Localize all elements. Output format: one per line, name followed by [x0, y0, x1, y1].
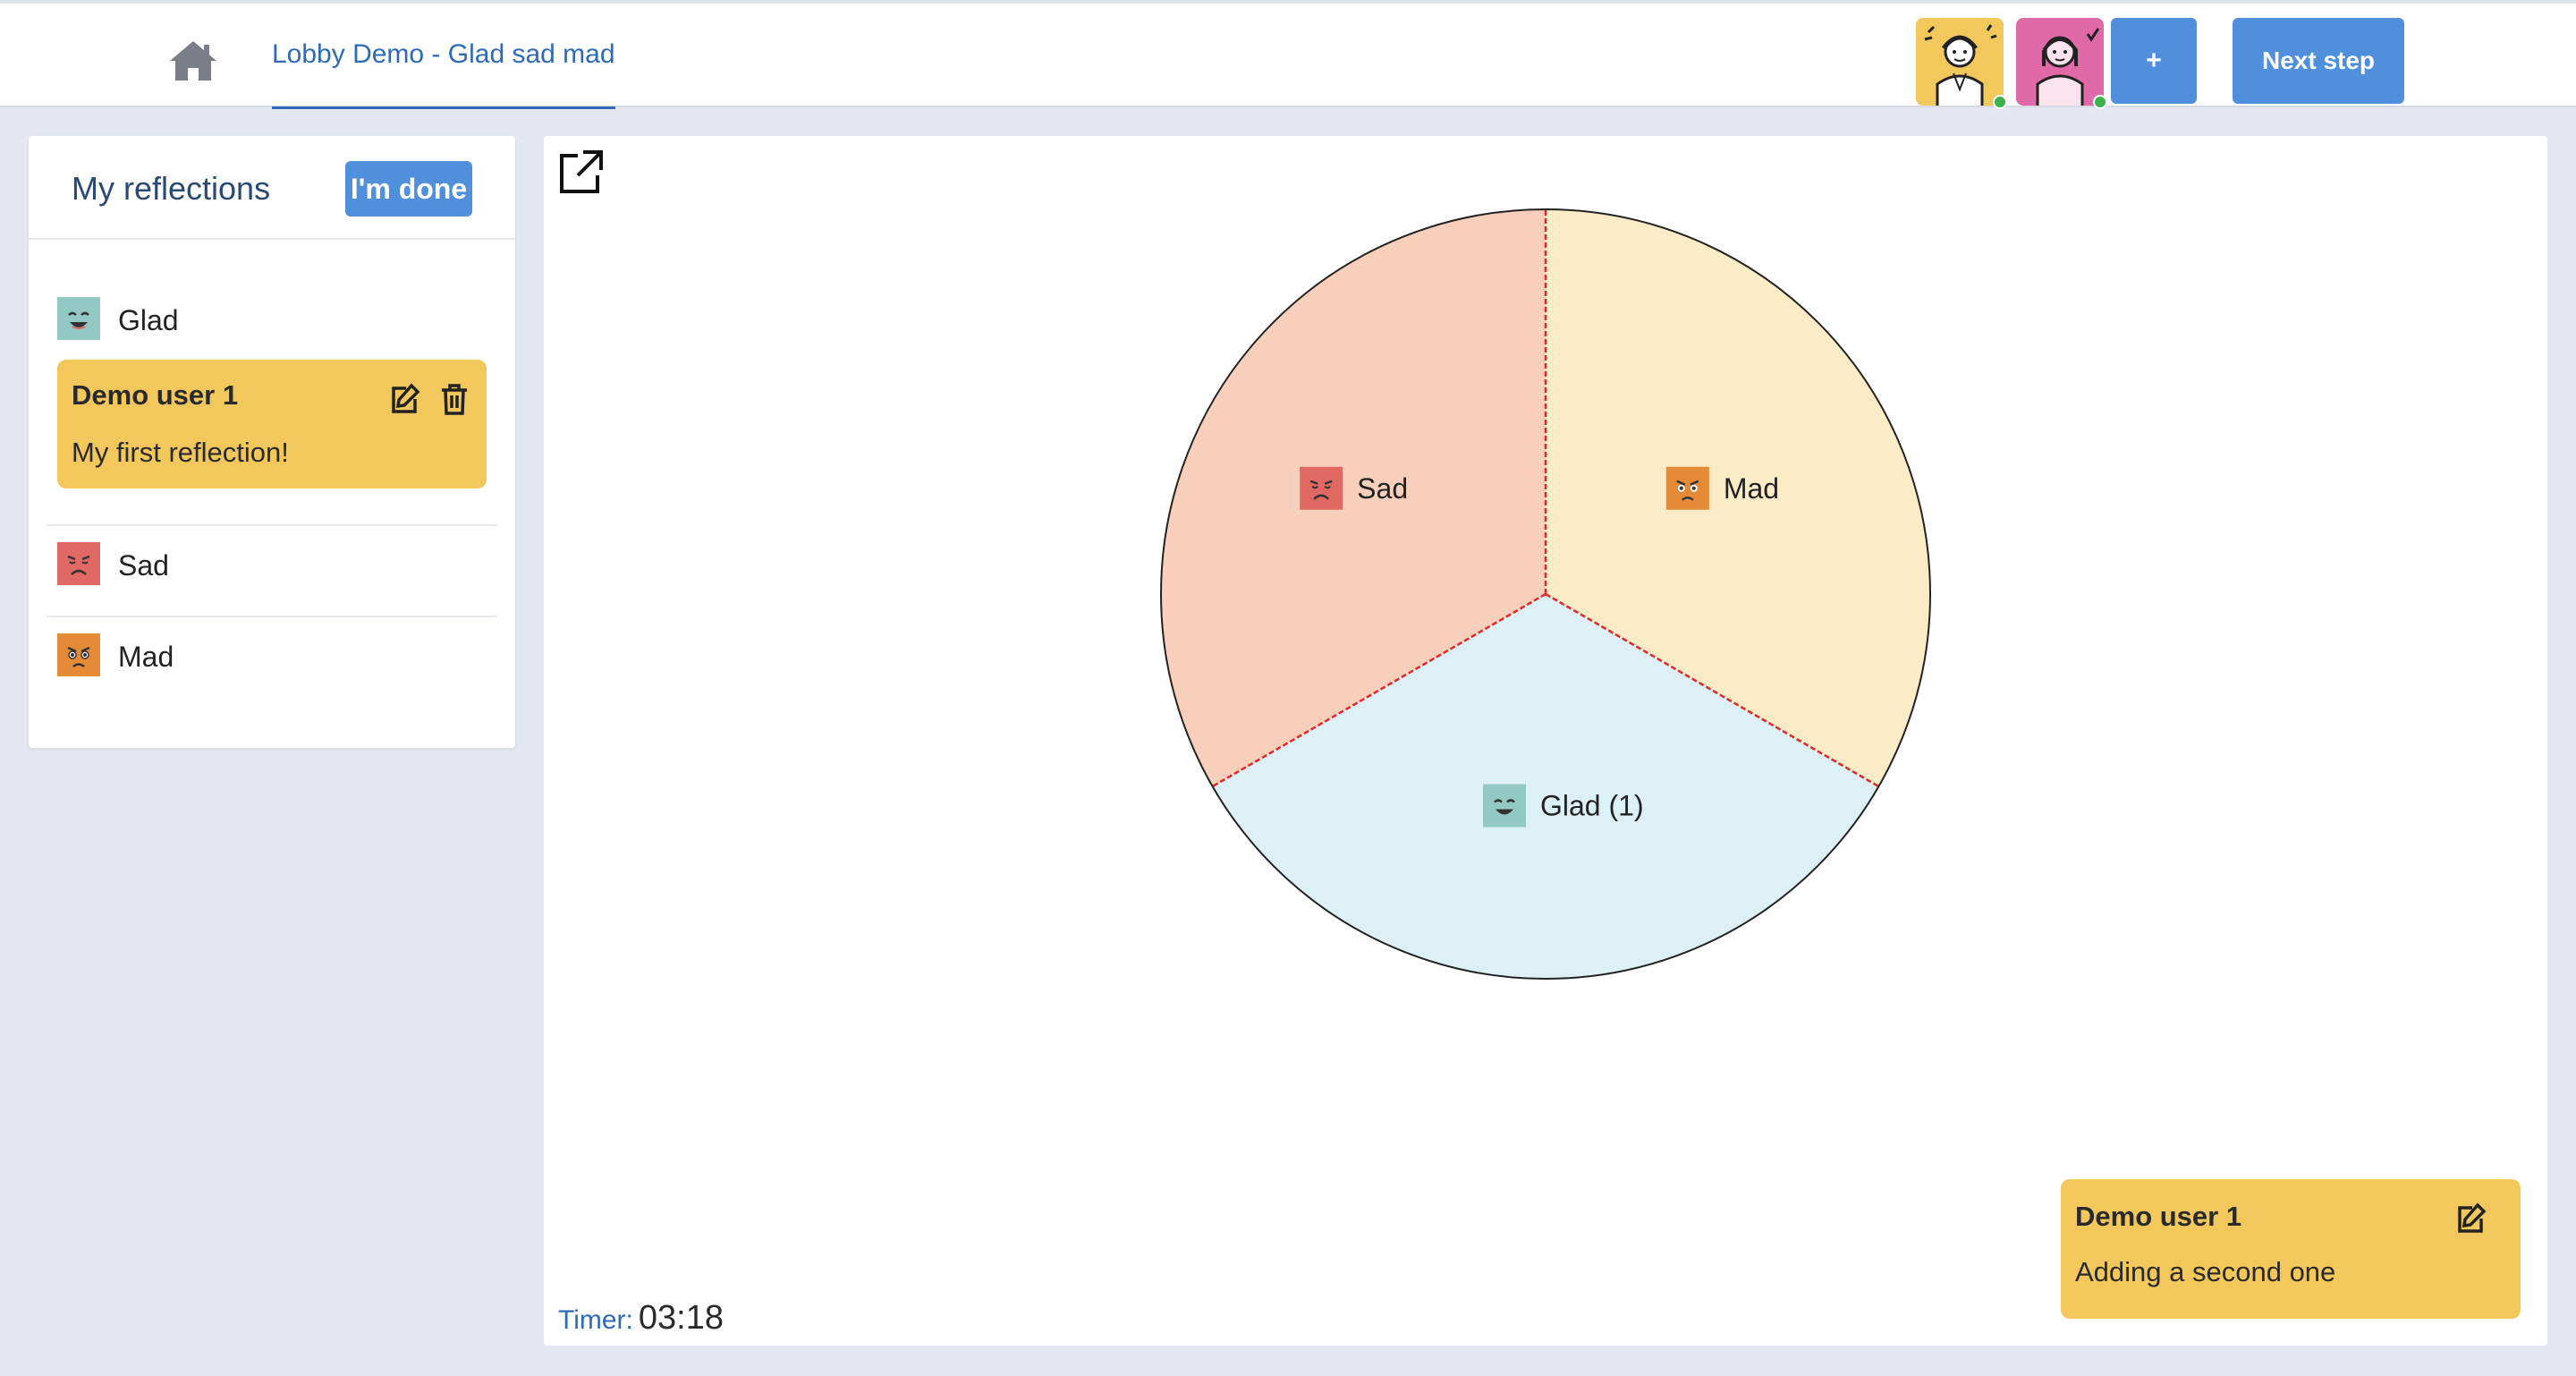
online-status-dot	[2093, 95, 2107, 109]
im-done-button[interactable]: I'm done	[345, 161, 472, 217]
top-navbar: Lobby Demo - Glad sad mad + Next step	[0, 0, 2576, 109]
divider	[47, 616, 497, 617]
category-label: Mad	[118, 640, 174, 673]
happy-face-icon	[57, 296, 100, 344]
edit-icon[interactable]	[386, 381, 422, 417]
sad-face-icon	[1300, 466, 1343, 510]
pie-slice-label: Sad	[1357, 472, 1408, 505]
timer-value: 03:18	[638, 1299, 724, 1337]
category-mad[interactable]: Mad	[57, 633, 174, 681]
board-panel: Mad Glad (1) Sad Timer: 03:18 Demo user 1 A…	[544, 136, 2547, 1346]
category-label: Sad	[118, 548, 169, 582]
participant-avatar-1[interactable]	[1916, 18, 2007, 109]
note-text: Adding a second one	[2075, 1256, 2336, 1287]
panel-title: My reflections	[72, 170, 271, 207]
happy-face-icon	[1483, 784, 1526, 828]
next-step-button[interactable]: Next step	[2233, 18, 2404, 104]
pie-slice-label: Glad (1)	[1540, 790, 1644, 822]
angry-face-icon	[57, 633, 100, 681]
category-label: Glad	[118, 303, 179, 336]
reflection-pie-chart: Mad Glad (1) Sad	[1160, 208, 1931, 980]
pie-slice-label: Mad	[1724, 472, 1779, 505]
participant-avatar-2[interactable]	[2016, 18, 2107, 109]
my-reflections-panel: My reflections I'm done Glad Demo user 1…	[29, 136, 515, 748]
home-icon[interactable]	[168, 38, 218, 84]
category-sad[interactable]: Sad	[57, 541, 169, 590]
panel-header: My reflections I'm done	[29, 136, 515, 240]
note-author: Demo user 1	[2075, 1201, 2242, 1232]
edit-icon[interactable]	[2453, 1201, 2488, 1236]
trash-icon[interactable]	[436, 381, 472, 417]
sad-face-icon	[57, 541, 100, 590]
divider	[47, 524, 497, 526]
floating-reflection-card[interactable]: Demo user 1 Adding a second one	[2061, 1179, 2521, 1319]
note-author: Demo user 1	[72, 379, 239, 411]
add-participant-button[interactable]: +	[2111, 18, 2197, 104]
breadcrumb-board-title[interactable]: Lobby Demo - Glad sad mad	[272, 39, 615, 109]
online-status-dot	[1993, 95, 2007, 109]
category-glad[interactable]: Glad	[57, 296, 179, 344]
reflection-card[interactable]: Demo user 1 My first reflection!	[57, 360, 487, 488]
angry-face-icon	[1665, 466, 1709, 510]
timer: Timer: 03:18	[558, 1299, 724, 1338]
note-text: My first reflection!	[72, 437, 289, 468]
timer-label: Timer:	[558, 1305, 633, 1335]
